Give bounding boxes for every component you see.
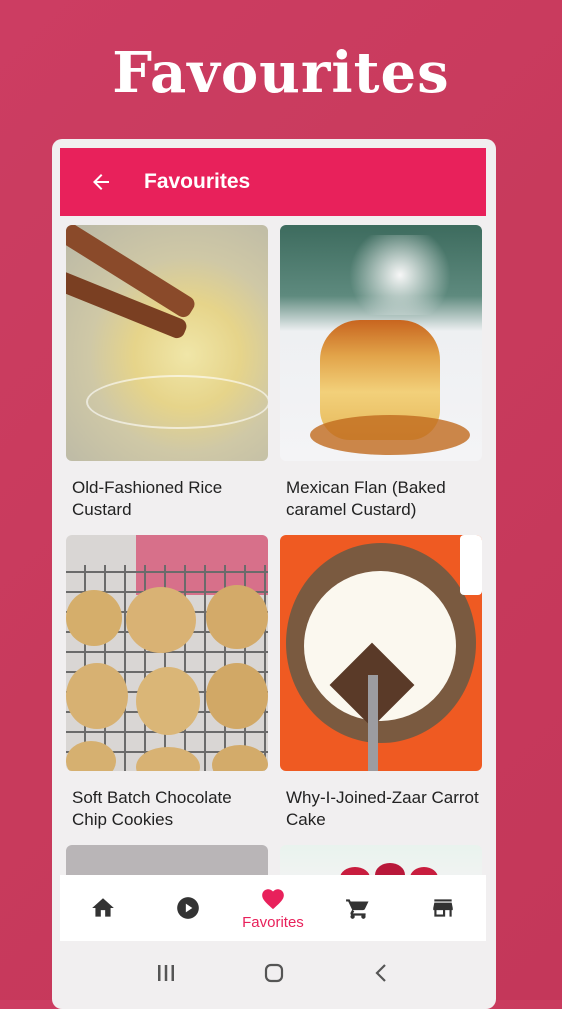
- back-system-button[interactable]: [371, 962, 393, 989]
- nav-favorites[interactable]: Favorites: [238, 878, 308, 938]
- recipe-card[interactable]: Old-Fashioned Rice Custard: [66, 225, 268, 521]
- nav-play[interactable]: [153, 878, 223, 938]
- system-navigation-bar: [52, 941, 496, 1009]
- recipe-card[interactable]: Mexican Flan (Baked caramel Custard): [280, 225, 482, 521]
- app-screen: Favourites Old-Fashioned Rice Custard Me…: [52, 139, 496, 1009]
- nav-home[interactable]: [68, 878, 138, 938]
- home-system-button[interactable]: [263, 962, 285, 989]
- arrow-back-icon: [93, 174, 109, 190]
- home-icon: [91, 898, 114, 917]
- recipe-title: Old-Fashioned Rice Custard: [72, 478, 223, 519]
- recipe-title: Soft Batch Chocolate Chip Cookies: [72, 788, 232, 829]
- promo-title: Favourites: [112, 40, 450, 106]
- app-bar: Favourites: [60, 148, 486, 216]
- bottom-navigation: Favorites: [60, 875, 486, 941]
- recipe-title: Mexican Flan (Baked caramel Custard): [286, 478, 446, 519]
- recipe-image: [66, 535, 268, 771]
- recipe-image: [66, 225, 268, 461]
- chevron-left-icon: [375, 963, 386, 982]
- recents-icon: [158, 964, 174, 981]
- nav-store[interactable]: [408, 878, 478, 938]
- back-button[interactable]: [76, 157, 126, 207]
- recipe-title: Why-I-Joined-Zaar Carrot Cake: [286, 788, 479, 829]
- nav-cart[interactable]: [323, 878, 393, 938]
- recents-button[interactable]: [155, 962, 177, 989]
- home-circle-icon: [264, 963, 284, 982]
- store-icon: [433, 899, 454, 917]
- appbar-title: Favourites: [144, 170, 251, 193]
- recipe-image: [280, 225, 482, 461]
- play-icon: [176, 897, 199, 919]
- heart-icon: [262, 888, 284, 909]
- recipe-card[interactable]: Soft Batch Chocolate Chip Cookies: [66, 535, 268, 831]
- cart-icon: [346, 899, 369, 919]
- recipe-image: [280, 535, 482, 771]
- recipe-card[interactable]: Why-I-Joined-Zaar Carrot Cake: [280, 535, 482, 831]
- nav-favorites-label: Favorites: [242, 913, 304, 931]
